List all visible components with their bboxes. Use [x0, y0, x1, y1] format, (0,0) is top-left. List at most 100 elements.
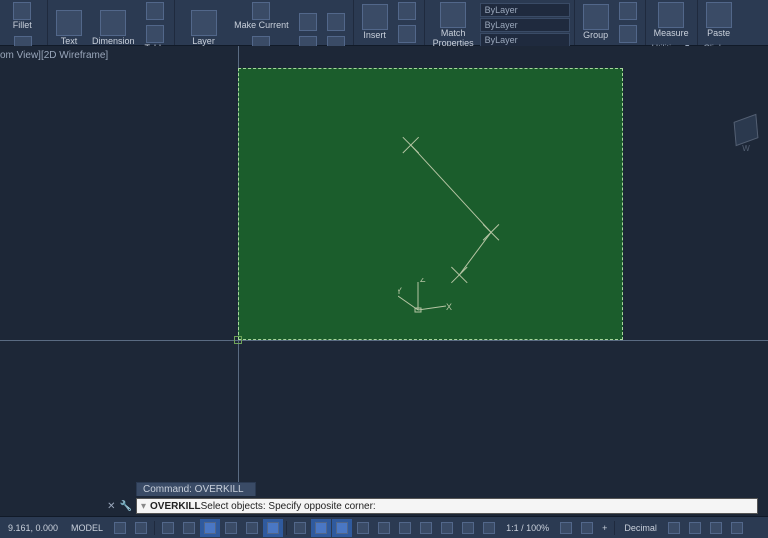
lweight-toggle[interactable] — [290, 519, 310, 537]
layer-properties-icon — [191, 10, 217, 36]
model-space-toggle[interactable]: MODEL — [65, 519, 109, 537]
viewport-maximize[interactable] — [706, 519, 726, 537]
edit-block-button[interactable] — [394, 23, 420, 45]
text-button[interactable]: Text — [52, 8, 86, 49]
command-input[interactable]: ▾ OVERKILL Select objects: Specify oppos… — [136, 498, 758, 514]
create-block-button[interactable] — [394, 0, 420, 22]
osnap-toggle[interactable] — [263, 519, 283, 537]
make-current-icon — [252, 2, 270, 20]
viewcube-cube[interactable] — [734, 114, 759, 147]
command-history-line: Command: OVERKILL — [136, 482, 256, 496]
workspace-switch[interactable] — [664, 519, 684, 537]
text-icon — [56, 10, 82, 36]
polar-icon — [225, 522, 237, 534]
layer-iso-icon — [299, 13, 317, 31]
viewport-icon — [710, 522, 722, 534]
walk-icon — [483, 522, 495, 534]
lweight-icon — [294, 522, 306, 534]
group-edit-icon — [619, 25, 637, 43]
sel-cycle-toggle[interactable] — [332, 519, 352, 537]
match-properties-button[interactable]: Match Properties — [429, 0, 478, 51]
camera-toggle[interactable] — [458, 519, 478, 537]
gizmo-toggle[interactable] — [416, 519, 436, 537]
aperture-icon — [441, 522, 453, 534]
panel-modify: Fillet Array — [0, 0, 48, 45]
snap-icon — [135, 522, 147, 534]
iso-toggle[interactable] — [242, 519, 262, 537]
customize-status[interactable] — [727, 519, 747, 537]
leader-icon — [146, 2, 164, 20]
table-icon — [146, 25, 164, 43]
dynamic-ucs-toggle[interactable] — [374, 519, 394, 537]
polar-toggle[interactable] — [221, 519, 241, 537]
3dosnap-icon — [357, 522, 369, 534]
panel-block: Insert Block▼ — [354, 0, 425, 45]
anno-lock-toggle[interactable] — [556, 519, 576, 537]
anno-scale[interactable]: 1:1 / 100% — [500, 519, 555, 537]
group-edit-button[interactable] — [615, 23, 641, 45]
ungroup-button[interactable] — [615, 0, 641, 22]
dimension-icon — [100, 10, 126, 36]
dyn-input-toggle[interactable] — [179, 519, 199, 537]
dynamic-input-icon — [183, 522, 195, 534]
layer-freeze-icon — [327, 13, 345, 31]
drawing-viewport[interactable]: om View][2D Wireframe] X Y Z — [0, 46, 768, 482]
viewcube-compass: W — [728, 144, 764, 153]
ortho-icon — [204, 522, 216, 534]
leader-button[interactable] — [141, 0, 171, 22]
anno-icon — [689, 522, 701, 534]
panel-annotation: Text Dimension Table Annotation▼ — [48, 0, 175, 45]
insert-icon — [362, 4, 388, 30]
command-active: OVERKILL — [150, 501, 201, 512]
3dosnap-toggle[interactable] — [353, 519, 373, 537]
osnap-icon — [267, 522, 279, 534]
sel-cycle-icon — [336, 522, 348, 534]
transparency-toggle[interactable] — [311, 519, 331, 537]
panel-groups: Group Groups▼ — [575, 0, 646, 45]
insert-button[interactable]: Insert — [358, 2, 392, 43]
recent-commands-button[interactable]: ▾ — [141, 501, 146, 512]
anno-visibility-toggle[interactable] — [577, 519, 597, 537]
hamburger-icon — [731, 522, 743, 534]
coords-readout[interactable]: 9.161, 0.000 — [2, 519, 64, 537]
transparency-icon — [315, 522, 327, 534]
color-control[interactable]: ByLayer — [480, 3, 570, 17]
units-display[interactable]: Decimal — [618, 519, 663, 537]
crosshair-horizontal — [0, 340, 768, 341]
layer-freeze-button[interactable] — [323, 11, 349, 33]
command-line: ✕ 🔧 ▾ OVERKILL Select objects: Specify o… — [0, 496, 768, 516]
cmdline-options-button[interactable]: 🔧 — [120, 501, 132, 512]
fillet-button[interactable]: Fillet — [9, 0, 36, 33]
iso-icon — [246, 522, 258, 534]
ortho-toggle[interactable] — [200, 519, 220, 537]
create-block-icon — [398, 2, 416, 20]
dimension-button[interactable]: Dimension — [88, 8, 139, 49]
panel-utilities: Measure Utilities▼ — [646, 0, 698, 45]
infer-toggle[interactable] — [158, 519, 178, 537]
view-label[interactable]: om View][2D Wireframe] — [0, 50, 108, 61]
edit-block-icon — [398, 25, 416, 43]
filter-toggle[interactable] — [395, 519, 415, 537]
snap-toggle[interactable] — [131, 519, 151, 537]
grid-icon — [114, 522, 126, 534]
anno-monitor[interactable] — [685, 519, 705, 537]
aperture-toggle[interactable] — [437, 519, 457, 537]
lineweight-control[interactable]: ByLayer — [480, 18, 570, 32]
grid-toggle[interactable] — [110, 519, 130, 537]
filter-icon — [399, 522, 411, 534]
viewcube[interactable]: W — [728, 116, 764, 152]
group-button[interactable]: Group — [579, 2, 613, 43]
close-cmdline-button[interactable]: ✕ — [107, 501, 115, 512]
camera-icon — [462, 522, 474, 534]
layer-iso-button[interactable] — [295, 11, 321, 33]
infer-icon — [162, 522, 174, 534]
match-properties-icon — [440, 2, 466, 28]
paste-button[interactable]: Paste — [702, 0, 736, 41]
gizmo-icon — [420, 522, 432, 534]
dynamic-ucs-icon — [378, 522, 390, 534]
command-area: Command: OVERKILL ✕ 🔧 ▾ OVERKILL Select … — [0, 482, 768, 516]
measure-button[interactable]: Measure — [650, 0, 693, 41]
fillet-icon — [13, 2, 31, 20]
make-current-button[interactable]: Make Current — [230, 0, 293, 33]
walk-toggle[interactable] — [479, 519, 499, 537]
